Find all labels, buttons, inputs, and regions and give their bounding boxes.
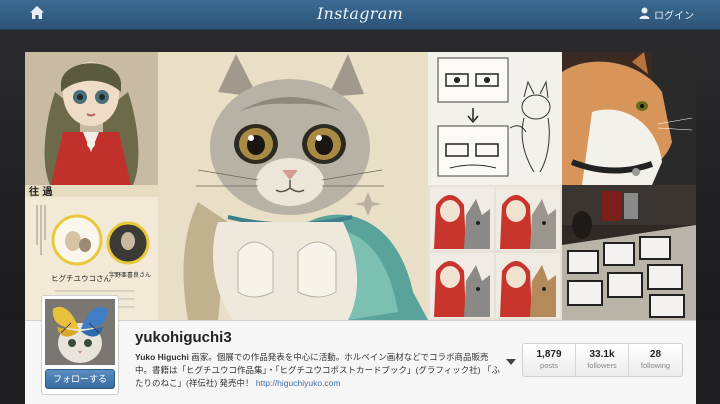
photo-gallery: 往 過 ヒグチユウコさん 宇野亜喜良さん [25, 52, 696, 320]
bio-link[interactable]: http://higuchiyuko.com [256, 378, 341, 388]
instagram-logo[interactable]: Instagram [0, 4, 720, 23]
top-navigation-bar: Instagram ログイン [0, 0, 720, 30]
user-icon [639, 7, 650, 22]
stat-label: posts [540, 361, 558, 370]
follow-button[interactable]: フォローする [45, 369, 115, 389]
photo-red-hood-wolf[interactable] [428, 185, 562, 320]
chevron-down-icon[interactable] [506, 353, 516, 365]
stat-value: 33.1k [589, 349, 615, 360]
login-label: ログイン [654, 11, 694, 22]
stat-label: following [640, 361, 671, 370]
stat-following[interactable]: 28 following [629, 344, 682, 376]
stat-followers[interactable]: 33.1k followers [576, 344, 629, 376]
book-left-caption: ヒグチユウコさん [51, 273, 111, 283]
photo-girl-portrait[interactable] [25, 52, 158, 185]
stat-value: 28 [649, 349, 662, 360]
photo-gallery-frames[interactable] [562, 185, 696, 320]
stat-label: followers [587, 361, 617, 370]
photo-cat-painting[interactable] [158, 52, 428, 320]
photo-sketch-glasses[interactable] [428, 52, 562, 185]
book-right-caption: 宇野亜喜良さん [109, 271, 151, 279]
stat-value: 1,879 [536, 349, 562, 360]
book-header-text: 往 過 [29, 185, 53, 198]
bio-name: Yuko Higuchi [135, 352, 189, 362]
avatar[interactable] [45, 299, 115, 365]
stat-posts[interactable]: 1,879 posts [523, 344, 576, 376]
login-link[interactable]: ログイン [639, 7, 694, 22]
bio: Yuko Higuchi 画家。個展での作品発表を中心に活動。ホルベイン画材など… [135, 351, 505, 390]
profile-bar: フォローする yukohiguchi3 Yuko Higuchi 画家。個展での… [25, 295, 696, 404]
profile-stats: 1,879 posts 33.1k followers 28 following [522, 343, 683, 377]
avatar-card: フォローする [41, 295, 119, 395]
username: yukohiguchi3 [135, 329, 232, 346]
photo-cat-closeup[interactable] [562, 52, 696, 185]
